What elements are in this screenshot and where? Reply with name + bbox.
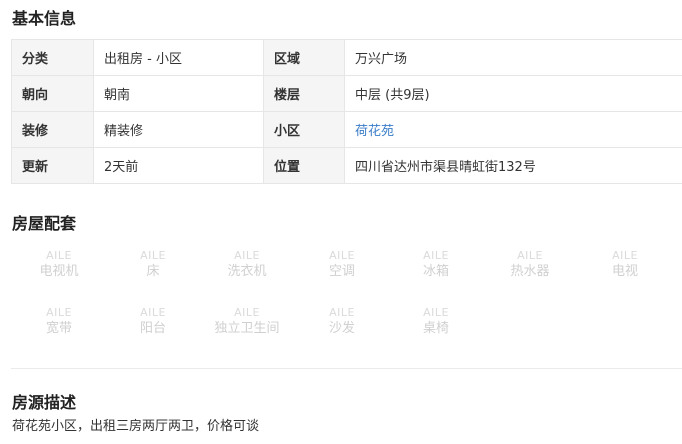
amenity-label: 冰箱 [422, 264, 449, 279]
orientation-value: 朝南 [93, 75, 264, 112]
floor-value: 中层 (共9层) [344, 75, 682, 112]
amenity-water-heater: AILE 热水器 [490, 250, 570, 280]
amenity-table-chairs: AILE 桌椅 [396, 307, 476, 337]
orientation-label: 朝向 [11, 75, 94, 112]
amenity-sofa: AILE 沙发 [302, 307, 382, 337]
water-heater-icon: AILE [517, 249, 543, 262]
sofa-icon: AILE [329, 306, 355, 319]
decoration-label: 装修 [11, 111, 94, 148]
amenity-label: 电视机 [39, 264, 79, 279]
amenity-fridge: AILE 冰箱 [396, 250, 476, 280]
location-value: 四川省达州市渠县晴虹街132号 [344, 147, 682, 184]
amenity-washing-machine: AILE 洗衣机 [207, 250, 287, 280]
category-value: 出租房 - 小区 [93, 39, 264, 76]
amenity-label: 宽带 [45, 321, 72, 336]
amenity-label: 热水器 [510, 264, 550, 279]
amenity-balcony: AILE 阳台 [113, 307, 193, 337]
table-chairs-icon: AILE [423, 306, 449, 319]
area-value: 万兴广场 [344, 39, 682, 76]
description-text: 荷花苑小区，出租三房两厅两卫，价格可谈 [12, 419, 260, 434]
amenities-title: 房屋配套 [12, 214, 77, 233]
category-label: 分类 [11, 39, 94, 76]
amenity-tv-set: AILE 电视机 [19, 250, 99, 280]
amenity-label: 阳台 [139, 321, 166, 336]
section-divider [11, 368, 682, 369]
community-label: 小区 [263, 111, 345, 148]
updated-label: 更新 [11, 147, 94, 184]
floor-label: 楼层 [263, 75, 345, 112]
updated-value: 2天前 [93, 147, 264, 184]
washing-machine-icon: AILE [234, 249, 260, 262]
area-label: 区域 [263, 39, 345, 76]
amenity-label: 洗衣机 [227, 264, 267, 279]
amenity-label: 桌椅 [422, 321, 449, 336]
description-title: 房源描述 [12, 393, 77, 412]
amenity-label: 空调 [328, 264, 355, 279]
bathroom-icon: AILE [234, 306, 260, 319]
basic-info-title: 基本信息 [12, 9, 77, 28]
info-row-category: 分类 出租房 - 小区 区域 万兴广场 [11, 39, 682, 76]
amenities-grid: AILE 电视机 AILE 床 AILE 洗衣机 AILE 空调 AILE 冰箱… [0, 250, 682, 350]
amenity-tv: AILE 电视 [585, 250, 665, 280]
info-row-orientation: 朝向 朝南 楼层 中层 (共9层) [11, 75, 682, 112]
amenity-bed: AILE 床 [113, 250, 193, 280]
amenity-broadband: AILE 宽带 [19, 307, 99, 337]
basic-info-table: 分类 出租房 - 小区 区域 万兴广场 朝向 朝南 楼层 中层 (共9层) 装修… [11, 39, 682, 184]
tv-icon: AILE [612, 249, 638, 262]
community-link[interactable]: 荷花苑 [344, 111, 682, 148]
fridge-icon: AILE [423, 249, 449, 262]
bed-icon: AILE [140, 249, 166, 262]
broadband-icon: AILE [46, 306, 72, 319]
amenity-label: 电视 [611, 264, 638, 279]
air-conditioner-icon: AILE [329, 249, 355, 262]
amenity-label: 沙发 [328, 321, 355, 336]
amenity-private-bathroom: AILE 独立卫生间 [207, 307, 287, 337]
decoration-value: 精装修 [93, 111, 264, 148]
tv-set-icon: AILE [46, 249, 72, 262]
amenity-air-conditioner: AILE 空调 [302, 250, 382, 280]
info-row-decoration: 装修 精装修 小区 荷花苑 [11, 111, 682, 148]
info-row-updated: 更新 2天前 位置 四川省达州市渠县晴虹街132号 [11, 147, 682, 184]
amenity-label: 独立卫生间 [214, 321, 280, 336]
amenity-label: 床 [146, 264, 160, 279]
location-label: 位置 [263, 147, 345, 184]
balcony-icon: AILE [140, 306, 166, 319]
